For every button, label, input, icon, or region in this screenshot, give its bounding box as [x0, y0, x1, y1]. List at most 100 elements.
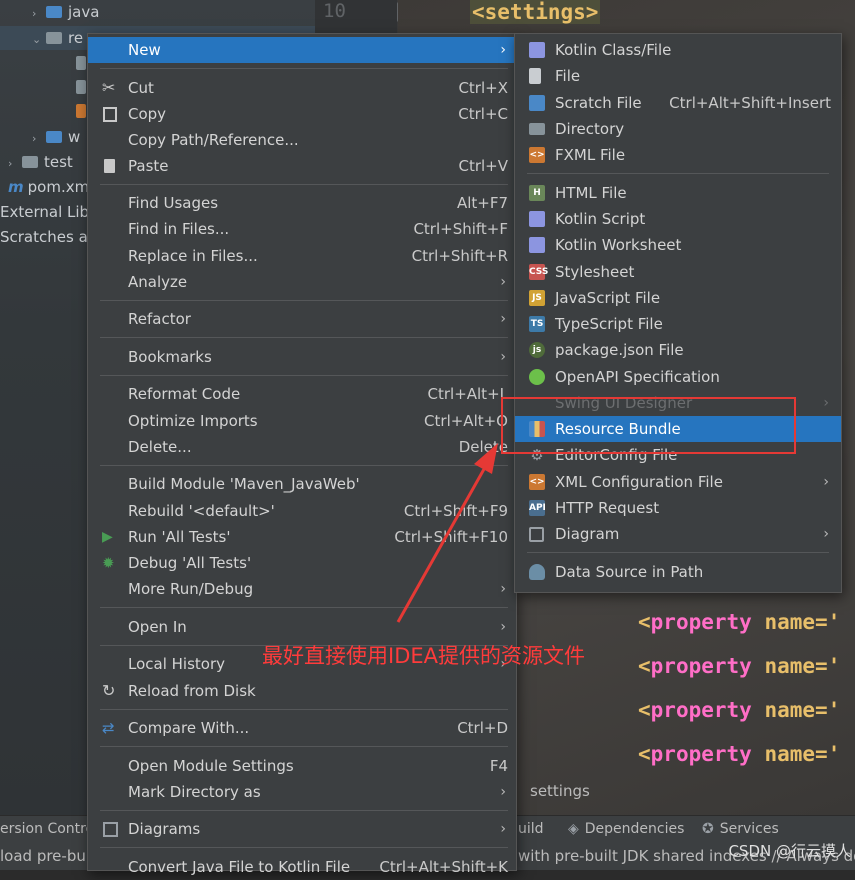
dependencies-icon: ◈: [568, 821, 579, 837]
javascript-icon: JS: [529, 290, 545, 306]
menu-item-new[interactable]: New ›: [88, 37, 516, 63]
tab-dependencies[interactable]: ◈ Dependencies: [568, 816, 684, 842]
menu-separator: [100, 184, 508, 185]
menu-item-refactor[interactable]: Refactor ›: [88, 306, 516, 332]
folder-icon: [46, 131, 62, 143]
tab-services[interactable]: ✪ Services: [702, 816, 779, 842]
submenu-arrow-icon: ›: [500, 821, 506, 837]
menu-item-diagrams[interactable]: Diagrams ›: [88, 816, 516, 842]
diagram-icon: [103, 822, 118, 837]
new-item-directory[interactable]: Directory: [515, 116, 841, 142]
menu-item-build-module[interactable]: Build Module 'Maven_JavaWeb': [88, 471, 516, 497]
folder-icon: [46, 6, 62, 18]
menu-separator: [527, 552, 829, 553]
chevron-right-icon[interactable]: ›: [8, 152, 22, 176]
menu-item-convert-java-to-kotlin[interactable]: Convert Java File to Kotlin File Ctrl+Alt…: [88, 854, 516, 880]
new-item-kotlin-worksheet[interactable]: Kotlin Worksheet: [515, 232, 841, 258]
new-item-stylesheet[interactable]: CSS Stylesheet: [515, 259, 841, 285]
tree-item-scratches[interactable]: Scratches a: [0, 225, 88, 249]
menu-item-paste[interactable]: Paste Ctrl+V: [88, 153, 516, 179]
new-item-package-json[interactable]: js package.json File: [515, 337, 841, 363]
xml-icon: <>: [529, 474, 545, 490]
new-item-typescript-file[interactable]: TS TypeScript File: [515, 311, 841, 337]
menu-item-reformat-code[interactable]: Reformat Code Ctrl+Alt+L: [88, 381, 516, 407]
submenu-arrow-icon: ›: [823, 395, 829, 411]
menu-item-find-usages[interactable]: Find Usages Alt+F7: [88, 190, 516, 216]
chevron-right-icon[interactable]: ›: [32, 127, 46, 151]
diagram-icon: [529, 527, 544, 542]
menu-separator: [100, 810, 508, 811]
menu-separator: [100, 375, 508, 376]
kotlin-icon: [529, 211, 545, 227]
kotlin-icon: [529, 42, 545, 58]
new-item-kotlin-script[interactable]: Kotlin Script: [515, 206, 841, 232]
tree-item-java[interactable]: › java: [32, 0, 99, 24]
submenu-arrow-icon: ›: [500, 349, 506, 365]
html-icon: H: [529, 185, 545, 201]
menu-item-bookmarks[interactable]: Bookmarks ›: [88, 344, 516, 370]
new-item-scratch-file[interactable]: Scratch File Ctrl+Alt+Shift+Insert: [515, 90, 841, 116]
menu-item-analyze[interactable]: Analyze ›: [88, 269, 516, 295]
editor-breadcrumb[interactable]: settings: [530, 782, 590, 800]
new-item-http-request[interactable]: API HTTP Request: [515, 495, 841, 521]
tree-item-external-libraries[interactable]: External Lib: [0, 200, 89, 224]
tree-item-webapp[interactable]: › w: [32, 125, 80, 149]
openapi-icon: [529, 369, 545, 385]
menu-item-debug-tests[interactable]: ✹ Debug 'All Tests': [88, 550, 516, 576]
clipboard-icon: [104, 159, 115, 173]
chevron-down-icon[interactable]: ⌄: [32, 28, 46, 52]
nodejs-icon: js: [529, 342, 545, 358]
menu-item-find-in-files[interactable]: Find in Files... Ctrl+Shift+F: [88, 216, 516, 242]
tree-item-test[interactable]: › test: [8, 150, 73, 174]
submenu-arrow-icon: ›: [500, 311, 506, 327]
new-item-html-file[interactable]: H HTML File: [515, 180, 841, 206]
menu-item-compare-with[interactable]: ⇄ Compare With... Ctrl+D: [88, 715, 516, 741]
chevron-right-icon[interactable]: ›: [32, 2, 46, 26]
menu-item-replace-in-files[interactable]: Replace in Files... Ctrl+Shift+R: [88, 243, 516, 269]
menu-item-delete[interactable]: Delete... Delete: [88, 434, 516, 460]
menu-item-run-tests[interactable]: ▶ Run 'All Tests' Ctrl+Shift+F10: [88, 524, 516, 550]
menu-item-module-settings[interactable]: Open Module Settings F4: [88, 753, 516, 779]
new-item-openapi[interactable]: OpenAPI Specification: [515, 364, 841, 390]
menu-item-reload-from-disk[interactable]: ↻ Reload from Disk: [88, 678, 516, 704]
tab-version-control[interactable]: ersion Control: [0, 816, 98, 842]
code-line-property-3: <property name=': [638, 698, 841, 722]
menu-separator: [100, 746, 508, 747]
new-item-data-source[interactable]: Data Source in Path: [515, 559, 841, 585]
submenu-arrow-icon: ›: [823, 474, 829, 490]
services-icon: ✪: [702, 821, 714, 837]
code-line-property-2: <property name=': [638, 654, 841, 678]
submenu-arrow-icon: ›: [500, 42, 506, 58]
new-item-diagram[interactable]: Diagram ›: [515, 521, 841, 547]
database-icon: [529, 564, 545, 580]
code-line-property-4: <property name=': [638, 742, 841, 766]
menu-item-copy[interactable]: Copy Ctrl+C: [88, 101, 516, 127]
line-number: 10: [323, 0, 346, 22]
submenu-arrow-icon: ›: [500, 274, 506, 290]
new-item-javascript-file[interactable]: JS JavaScript File: [515, 285, 841, 311]
status-message-left: load pre-bu: [0, 847, 86, 865]
tree-item-pom[interactable]: m pom.xm: [8, 175, 89, 199]
tree-item-resources[interactable]: ⌄ re: [32, 26, 83, 50]
new-item-kotlin-class[interactable]: Kotlin Class/File: [515, 37, 841, 63]
context-menu: New › ✂ Cut Ctrl+X Copy Ctrl+C Copy Path/Re…: [87, 33, 517, 876]
menu-item-cut[interactable]: ✂ Cut Ctrl+X: [88, 75, 516, 101]
new-item-file[interactable]: File: [515, 63, 841, 89]
settings-tag: <settings>: [470, 0, 601, 24]
menu-item-open-in[interactable]: Open In ›: [88, 614, 516, 640]
compare-icon: ⇄: [102, 719, 115, 737]
scratch-file-icon: [529, 95, 545, 111]
menu-item-optimize-imports[interactable]: Optimize Imports Ctrl+Alt+O: [88, 408, 516, 434]
new-item-xml-configuration[interactable]: <> XML Configuration File ›: [515, 469, 841, 495]
folder-icon: [22, 156, 38, 168]
debug-bug-icon: ✹: [102, 554, 115, 572]
menu-item-mark-directory[interactable]: Mark Directory as ›: [88, 779, 516, 805]
menu-item-more-run-debug[interactable]: More Run/Debug ›: [88, 576, 516, 602]
menu-item-copy-path[interactable]: Copy Path/Reference...: [88, 127, 516, 153]
menu-separator: [100, 607, 508, 608]
menu-item-rebuild[interactable]: Rebuild '<default>' Ctrl+Shift+F9: [88, 498, 516, 524]
api-icon: API: [529, 500, 546, 516]
new-item-fxml-file[interactable]: <> FXML File: [515, 142, 841, 168]
tab-build[interactable]: uild: [518, 816, 544, 842]
file-icon: [529, 68, 541, 84]
